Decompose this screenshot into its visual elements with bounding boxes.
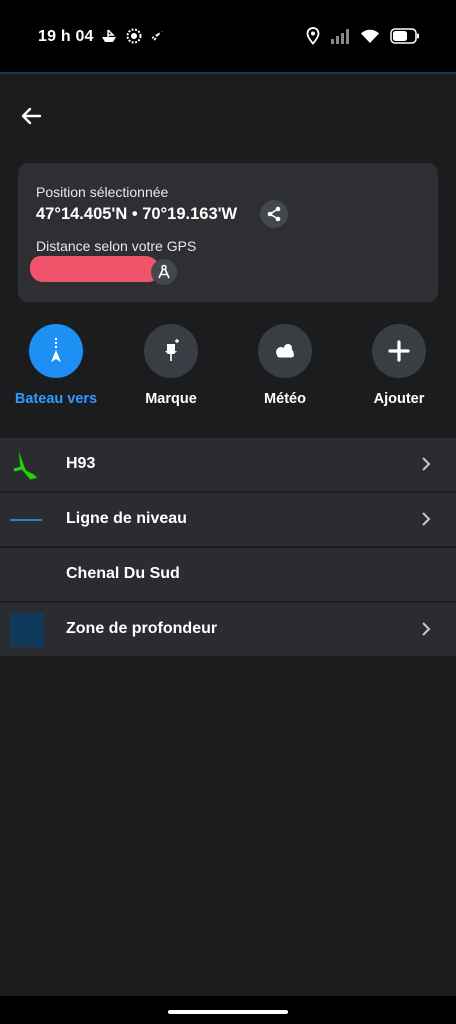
gps-distance-value-redacted — [30, 256, 160, 282]
share-icon — [267, 206, 281, 222]
location-icon — [306, 27, 320, 50]
chevron-right-icon — [422, 622, 431, 636]
layer-label-chenal-du-sud: Chenal Du Sud — [66, 565, 180, 582]
rocket-icon — [150, 28, 166, 49]
add-label: Ajouter — [373, 391, 425, 407]
back-button[interactable] — [18, 102, 46, 130]
feature-details-panel: Position sélectionnée 47°14.405'N • 70°1… — [0, 72, 456, 996]
layer-list: H93 Ligne de niveau Chenal Du Sud Zone d… — [0, 438, 456, 658]
boat-to-circle — [29, 324, 83, 378]
navigate-icon — [51, 337, 61, 362]
action-bar: Bateau vers Marque Météo Ajouter — [0, 324, 456, 434]
mark-circle — [144, 324, 198, 378]
status-time: 19 h 04 — [38, 28, 94, 45]
layer-row-h93[interactable]: H93 — [0, 438, 456, 491]
battery-icon — [390, 28, 420, 49]
cloud-icon — [276, 344, 294, 358]
weather-label: Météo — [264, 391, 306, 407]
layer-label-depth-zone: Zone de profondeur — [66, 620, 218, 637]
weather-circle — [258, 324, 312, 378]
wifi-icon — [360, 28, 380, 49]
layer-label-contour-line: Ligne de niveau — [66, 510, 187, 527]
status-bar: 19 h 04 — [0, 0, 456, 72]
selected-position-label: Position sélectionnée — [36, 184, 169, 200]
home-indicator[interactable] — [168, 1010, 288, 1014]
compass-icon — [158, 264, 170, 279]
layer-row-contour-line[interactable]: Ligne de niveau — [0, 493, 456, 546]
signal-icon — [330, 28, 350, 49]
status-right-icons — [306, 27, 420, 50]
chevron-right-icon — [422, 512, 431, 526]
boat-to-label: Bateau vers — [14, 391, 98, 407]
layer-row-depth-zone[interactable]: Zone de profondeur — [0, 603, 456, 656]
position-info-card: Position sélectionnée 47°14.405'N • 70°1… — [18, 163, 438, 302]
settings-badge-icon — [126, 28, 142, 49]
boat-icon — [100, 29, 118, 48]
plus-icon — [388, 340, 410, 362]
arrow-left-icon — [21, 107, 42, 125]
boat-to-button[interactable]: Bateau vers — [11, 324, 101, 408]
line-icon — [10, 519, 42, 521]
add-circle — [372, 324, 426, 378]
mark-button[interactable]: Marque — [126, 324, 216, 408]
compass-button[interactable] — [151, 259, 177, 285]
add-button[interactable]: Ajouter — [354, 324, 444, 408]
chevron-right-icon — [422, 457, 431, 471]
depth-zone-icon — [10, 613, 44, 647]
pin-icon — [165, 339, 179, 361]
layer-label-h93: H93 — [66, 455, 96, 472]
selected-position-coordinates: 47°14.405'N • 70°19.163'W — [36, 205, 238, 223]
status-left-icons — [100, 28, 166, 49]
weather-button[interactable]: Météo — [240, 324, 330, 408]
gps-distance-label: Distance selon votre GPS — [36, 238, 197, 254]
share-button[interactable] — [260, 200, 288, 228]
mark-label: Marque — [145, 391, 197, 407]
buoy-icon — [13, 447, 39, 481]
layer-row-chenal-du-sud[interactable]: Chenal Du Sud — [0, 548, 456, 601]
